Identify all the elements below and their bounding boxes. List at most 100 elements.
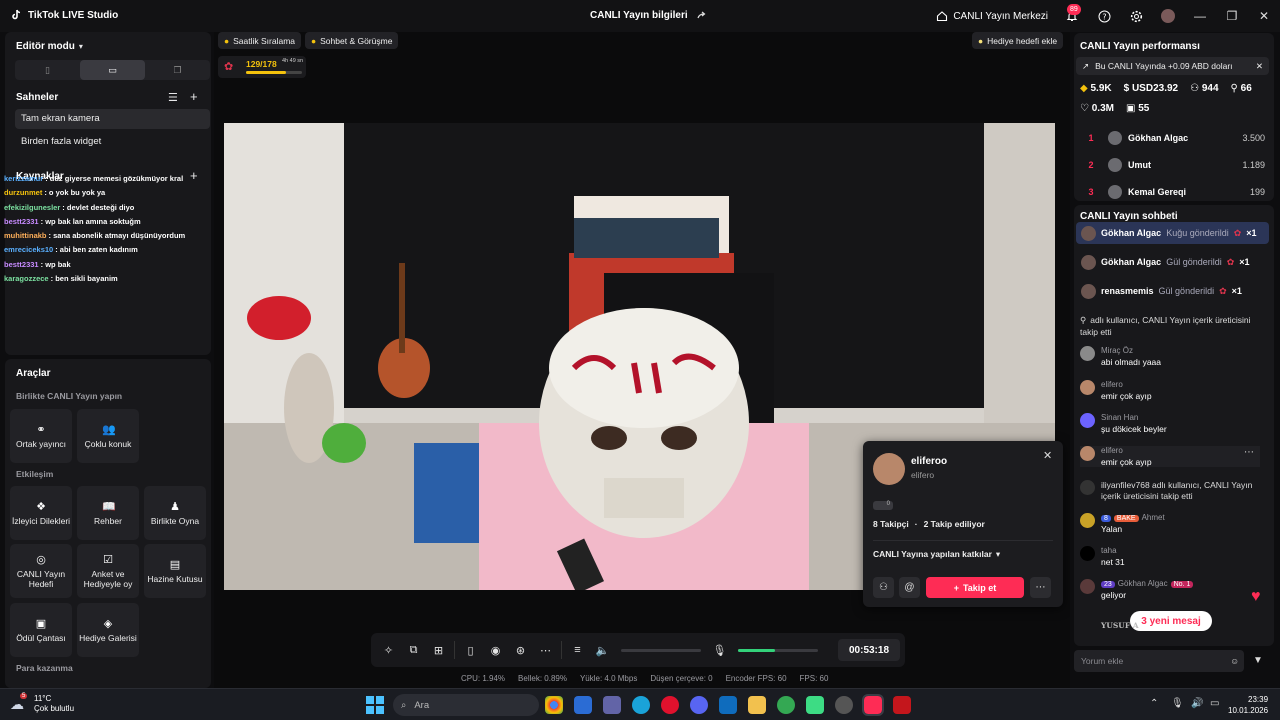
- microphone-icon[interactable]: 🎙: [1171, 698, 1184, 709]
- opera-icon[interactable]: [661, 696, 679, 714]
- clock[interactable]: 23:39 10.01.2026: [1228, 694, 1268, 716]
- add-gift-goal-button[interactable]: ● Hediye hedefi ekle: [972, 32, 1064, 49]
- emoji-icon[interactable]: ☺: [1230, 656, 1239, 666]
- chat-message[interactable]: taha net 31: [1080, 546, 1260, 567]
- settings-button[interactable]: [1120, 0, 1152, 32]
- multi-guest-button[interactable]: 👥 Çoklu konuk: [77, 409, 139, 463]
- store-icon[interactable]: [574, 696, 592, 714]
- chat-message[interactable]: elifero emir çok ayıp: [1080, 446, 1260, 467]
- taskbar-search[interactable]: ⌕ Ara: [393, 694, 539, 716]
- scene-item[interactable]: Tam ekran kamera: [15, 109, 210, 129]
- chat-message[interactable]: 23 Gökhan Algac No. 1 geliyor: [1080, 579, 1260, 600]
- contributions-dropdown[interactable]: CANLI Yayına yapılan katkılar ▾: [873, 549, 1000, 560]
- treasure-box-button[interactable]: ▤ Hazine Kutusu: [144, 544, 206, 598]
- mail-icon[interactable]: [719, 696, 737, 714]
- editor-mode-dropdown[interactable]: Editör modu ▾: [16, 41, 83, 52]
- chat-message[interactable]: Sinan Han şu dökicek beyler: [1080, 413, 1260, 434]
- media-player-icon[interactable]: [893, 696, 911, 714]
- portrait-toggle-button[interactable]: ▯: [458, 633, 483, 667]
- share-icon[interactable]: [696, 10, 707, 21]
- follow-button[interactable]: + Takip et: [926, 577, 1024, 598]
- avatar: [1161, 9, 1175, 23]
- camera-settings-button[interactable]: ⊛: [508, 633, 533, 667]
- edge-icon[interactable]: [632, 696, 650, 714]
- ranking-row[interactable]: 3 Kemal Gereqi 199: [1080, 182, 1265, 202]
- gift-action: Gül gönderildi: [1158, 286, 1215, 296]
- chat-call-chip[interactable]: ● Sohbet & Görüşme: [305, 32, 399, 49]
- add-scene-icon[interactable]: +: [190, 89, 198, 104]
- followers-count: 8 Takipçi: [873, 519, 909, 529]
- live-info-title[interactable]: CANLI Yayın bilgileri: [590, 10, 707, 21]
- close-button[interactable]: ✕: [1248, 0, 1280, 32]
- level-badge: 23: [1101, 581, 1115, 588]
- message-more-icon[interactable]: ⋯: [1244, 447, 1254, 458]
- speaker-icon[interactable]: 🔊: [1191, 698, 1203, 709]
- battery-icon[interactable]: ▭: [1210, 698, 1219, 709]
- scene-item[interactable]: Birden fazla widget: [15, 132, 210, 152]
- reward-bag-button[interactable]: ▣ Ödül Çantası: [10, 603, 72, 657]
- close-icon[interactable]: ✕: [1043, 449, 1052, 462]
- filter-icon[interactable]: ▼: [1253, 655, 1263, 666]
- weather-icon[interactable]: ☁ 5: [10, 693, 30, 712]
- poll-button[interactable]: ☑ Anket ve Hediyeyle oy: [77, 544, 139, 598]
- mic-volume-slider[interactable]: [738, 648, 818, 652]
- weather-widget[interactable]: 11°C Çok bulutlu: [34, 694, 74, 714]
- portrait-mode-button[interactable]: ▯: [15, 60, 80, 80]
- rank-number: 2: [1088, 160, 1094, 170]
- profile-avatar-button[interactable]: [1152, 0, 1184, 32]
- live-goal-button[interactable]: ◎ CANLI Yayın Hedefi: [10, 544, 72, 598]
- layout-button[interactable]: ⊞: [426, 633, 451, 667]
- monetize-section-label: Para kazanma: [16, 663, 73, 673]
- overlay-username: bestt2331: [4, 259, 39, 269]
- add-source-button[interactable]: ⧉: [401, 633, 426, 667]
- chat-message[interactable]: Miraç Öz abi olmadı yaaa: [1080, 346, 1260, 367]
- mention-button[interactable]: @: [899, 577, 920, 598]
- speaker-volume-slider[interactable]: [621, 648, 701, 652]
- obs-icon[interactable]: [835, 696, 853, 714]
- chrome-profile-icon[interactable]: [777, 696, 795, 714]
- tiktok-live-studio-icon[interactable]: [862, 694, 884, 716]
- discord-icon[interactable]: [690, 696, 708, 714]
- live-center-button[interactable]: CANLI Yayın Merkezi: [928, 0, 1056, 32]
- co-host-button[interactable]: ⚭ Ortak yayıncı: [10, 409, 72, 463]
- speaker-button[interactable]: 🔈: [590, 633, 615, 667]
- hourly-ranking-chip[interactable]: ● Saatlik Sıralama: [218, 32, 302, 49]
- effects-button[interactable]: ✧: [376, 633, 401, 667]
- chrome-icon[interactable]: [545, 696, 563, 714]
- teams-icon[interactable]: [603, 696, 621, 714]
- chat-message[interactable]: 8 BAKE Ahmet Yalan: [1080, 513, 1260, 534]
- viewer-wishes-button[interactable]: ❖ İzleyici Dilekleri: [10, 486, 72, 540]
- stat-item: Düşen çerçeve: 0: [650, 674, 713, 683]
- more-tools-button[interactable]: ⋯: [533, 633, 558, 667]
- windows-start-icon[interactable]: [366, 696, 384, 714]
- audio-settings-button[interactable]: ≡: [565, 633, 590, 667]
- gift-user: Gökhan Algac: [1101, 257, 1162, 267]
- chat-message[interactable]: iliyanfilev768 adlı kullanıcı, CANLI Yay…: [1080, 480, 1260, 502]
- help-button[interactable]: ?: [1088, 0, 1120, 32]
- friends-button[interactable]: ⚇: [873, 577, 894, 598]
- app-title-text: TikTok LIVE Studio: [28, 9, 119, 21]
- play-together-button[interactable]: ♟ Birlikte Oyna: [144, 486, 206, 540]
- file-explorer-icon[interactable]: [748, 696, 766, 714]
- landscape-mode-button[interactable]: ▭: [80, 60, 145, 80]
- app-title: TikTok LIVE Studio: [10, 9, 118, 21]
- close-icon[interactable]: ✕: [1256, 61, 1263, 72]
- comment-input[interactable]: Yorum ekle ☺: [1074, 650, 1244, 672]
- follow-event-message: ⚲ adlı kullanıcı, CANLI Yayın içerik üret…: [1080, 314, 1260, 338]
- chat-message[interactable]: elifero emir çok ayıp: [1080, 380, 1260, 401]
- guide-button[interactable]: 📖 Rehber: [77, 486, 139, 540]
- record-button[interactable]: ◉: [483, 633, 508, 667]
- gift-gallery-button[interactable]: ◈ Hediye Galerisi: [77, 603, 139, 657]
- multi-mode-button[interactable]: ❐: [145, 60, 210, 80]
- minimize-button[interactable]: —: [1184, 0, 1216, 32]
- android-icon[interactable]: [806, 696, 824, 714]
- list-icon[interactable]: ☰: [168, 91, 178, 104]
- more-button[interactable]: ⋯: [1030, 577, 1051, 598]
- microphone-button[interactable]: 🎙: [707, 633, 732, 667]
- notification-button[interactable]: 89: [1056, 0, 1088, 32]
- maximize-button[interactable]: ❐: [1216, 0, 1248, 32]
- new-messages-button[interactable]: 3 yeni mesaj: [1130, 611, 1212, 631]
- ranking-row[interactable]: 2 Umut 1.189: [1080, 155, 1265, 175]
- ranking-row[interactable]: 1 Gökhan Algac 3.500: [1080, 128, 1265, 148]
- chevron-up-icon[interactable]: ⌃: [1150, 698, 1158, 709]
